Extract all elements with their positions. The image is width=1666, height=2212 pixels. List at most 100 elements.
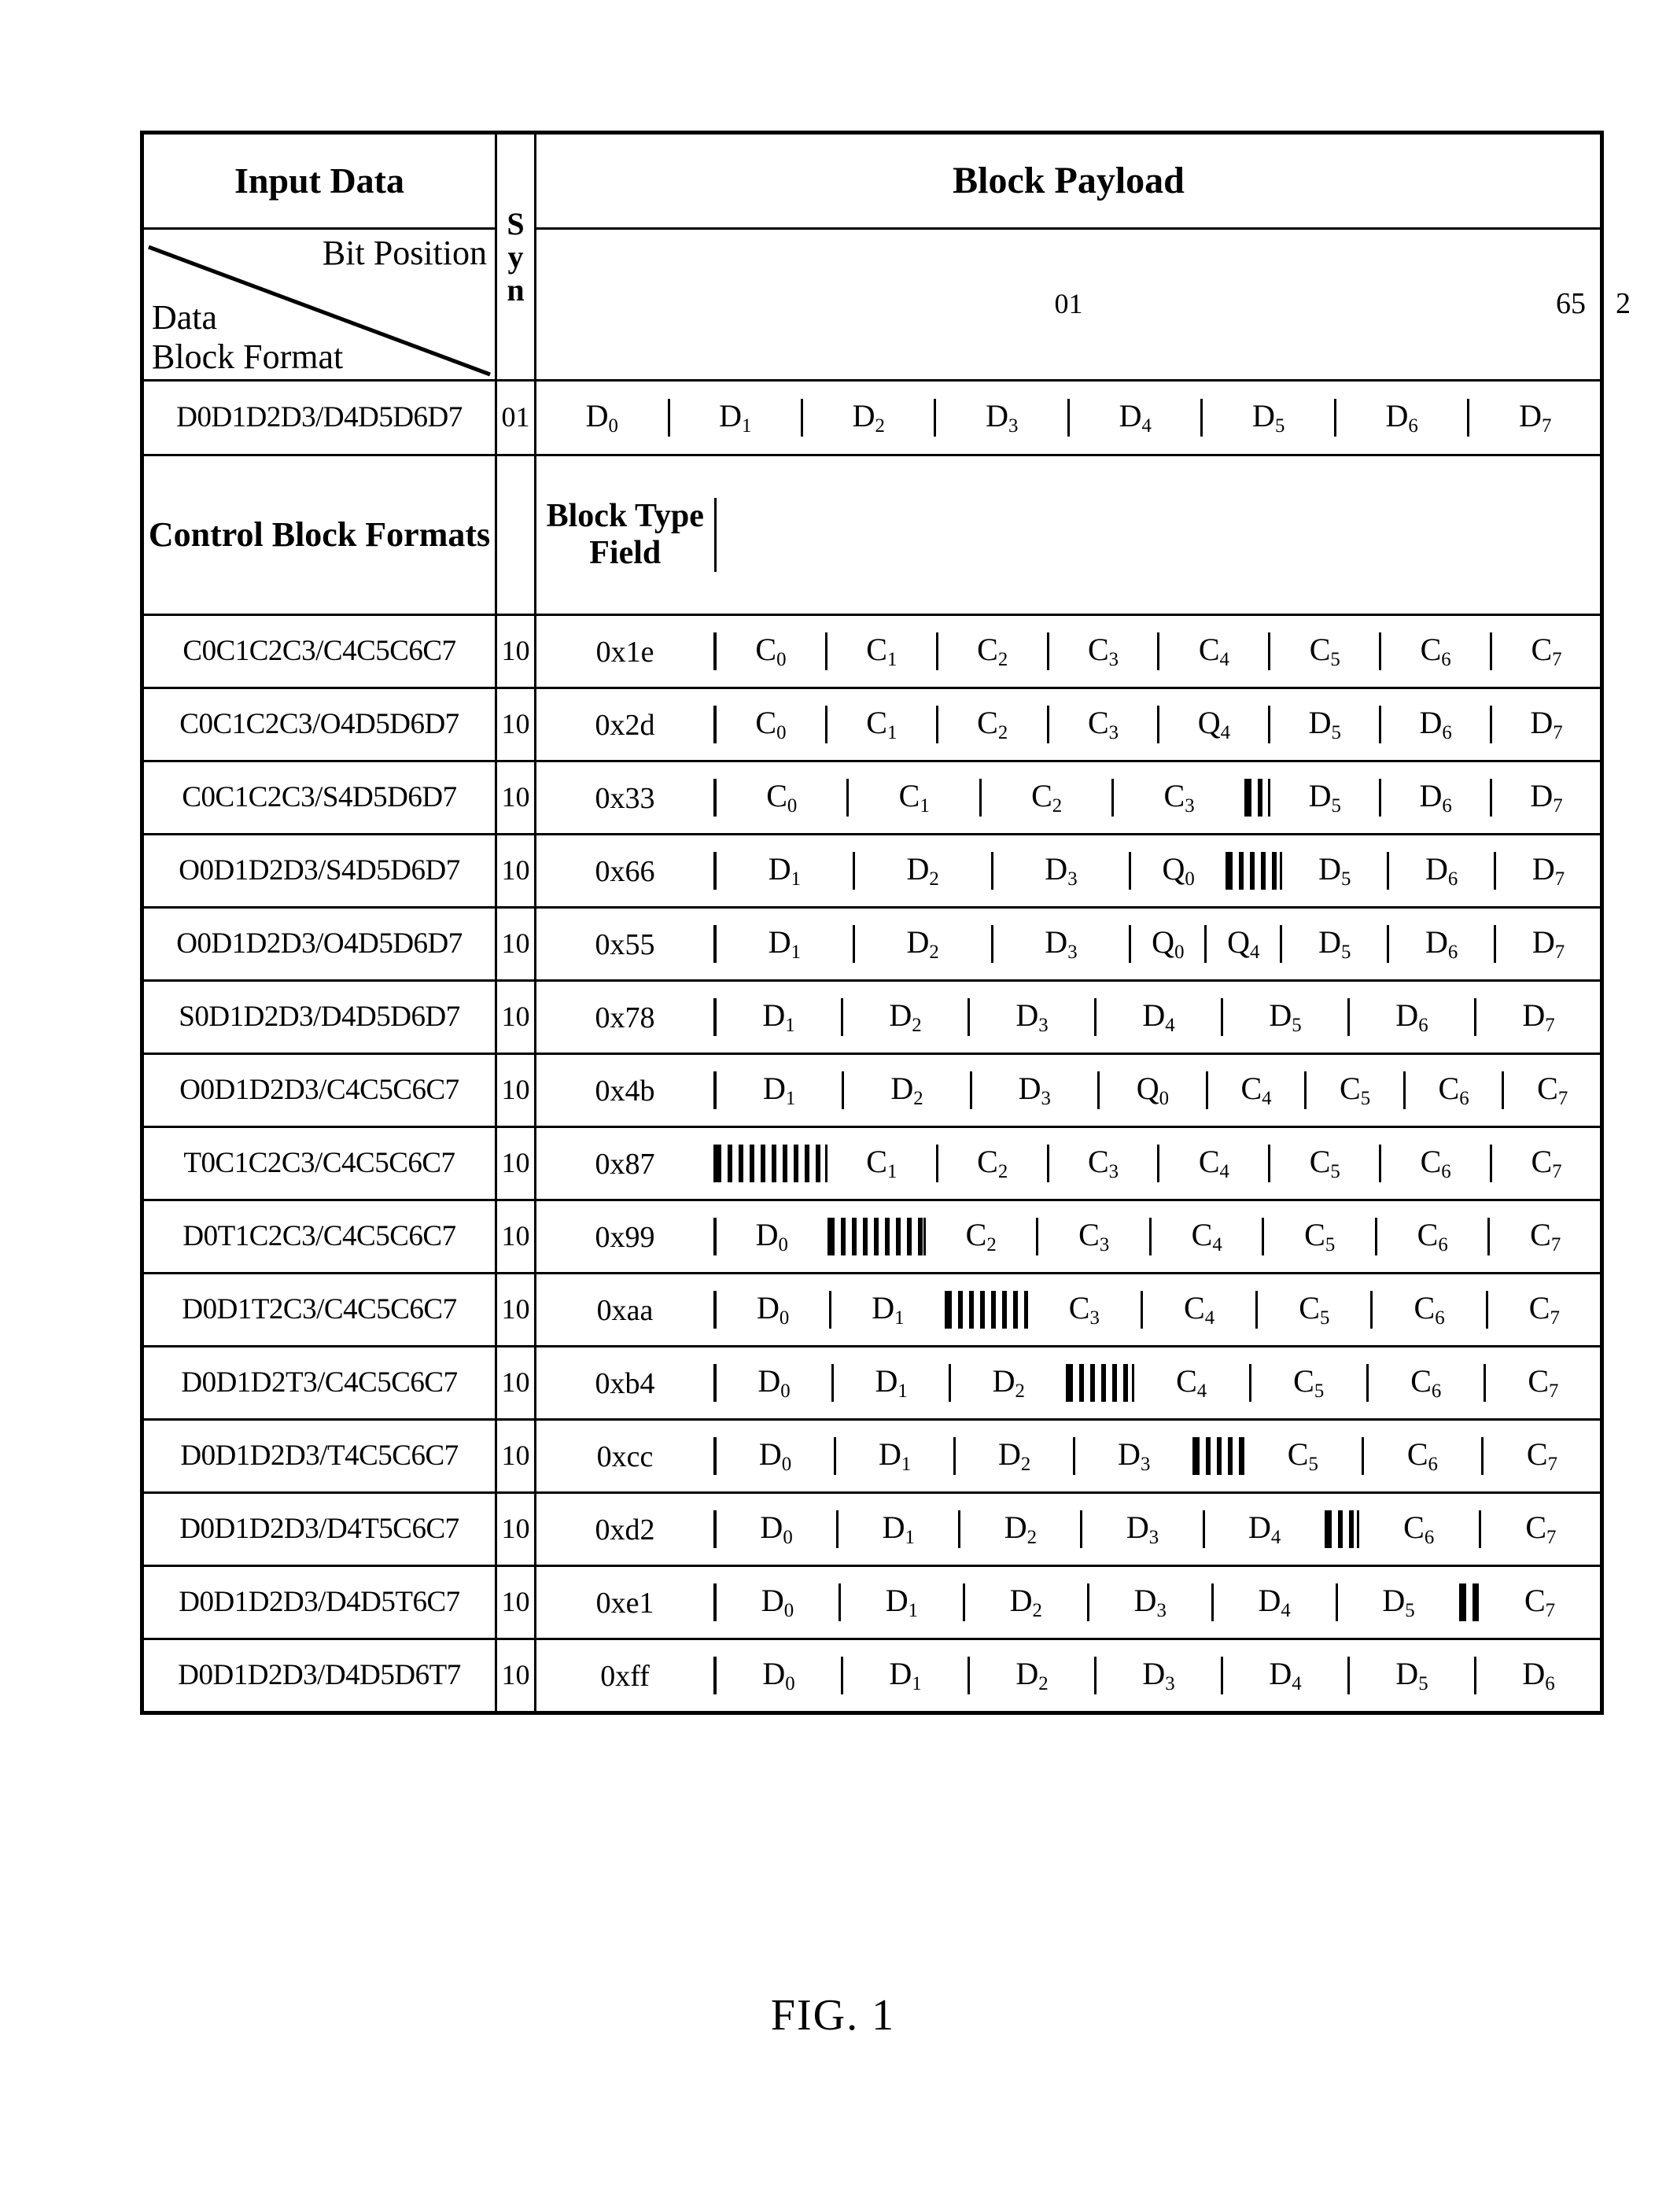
payload-code-d0: D0	[757, 1362, 791, 1402]
payload-cells-container: D0 D1 D2 D3 D4 C6 C7	[713, 1509, 1601, 1549]
payload-code-d0: D0	[762, 1655, 795, 1694]
payload-cells: D0 D1 D2 D3 D4 C6 C7	[717, 1509, 1601, 1549]
payload-cell: D1	[838, 1583, 964, 1622]
control-row-payload-inner: 0x87 C1 C2 C3 C4 C5 C6 C7	[536, 1144, 1601, 1183]
control-row-payload-cell: 0x99 D0 C2 C3 C4 C5 C6 C7	[534, 1199, 1603, 1274]
control-row-label-cell: C0C1C2C3/C4C5C6C7	[141, 614, 497, 689]
payload-code-d4: D4	[1269, 1655, 1302, 1694]
payload-code-c1: C1	[866, 631, 898, 670]
payload-cell: C7	[1483, 1363, 1601, 1403]
payload-code-c2: C2	[977, 704, 1008, 743]
block-type-field-value: 0x1e	[595, 635, 654, 669]
payload-bit-high: 65	[1556, 287, 1586, 321]
block-type-field-empty	[713, 497, 1601, 573]
block-type-field-value: 0x66	[595, 854, 655, 888]
data-format-row: D0D1D2D3/D4D5D6D7 01 D0 D1 D2 D3 D4 D5 D6 D7	[141, 379, 1603, 456]
control-row-label: D0D1D2D3/D4D5T6C7	[179, 1585, 460, 1618]
control-row-label: O0D1D2D3/O4D5D6D7	[176, 927, 463, 960]
payload-code-d2: D2	[890, 1070, 923, 1109]
table-row: D0D1D2D3/D4T5C6C7 10 0xd2 D0 D1 D2 D3 D4 C6 C7	[141, 1491, 1603, 1567]
control-row-sync: 10	[501, 1586, 530, 1618]
table-row: D0D1T2C3/C4C5C6C7 10 0xaa D0 D1 C3 C4 C5 C6 C7	[141, 1272, 1603, 1347]
payload-cells-container: D1 D2 D3 Q0 C4 C5 C6 C7	[713, 1070, 1601, 1110]
payload-cell: C5	[1255, 1289, 1372, 1329]
control-sync-spacer	[495, 454, 536, 616]
payload-cell: C7	[1490, 1144, 1601, 1183]
payload-cell: D4	[1067, 398, 1202, 437]
payload-code-c6: C6	[1414, 1289, 1445, 1329]
payload-cell: D3	[968, 997, 1096, 1037]
block-type-field-value-cell: 0x4b	[536, 1071, 717, 1110]
payload-cell-hatched	[1244, 778, 1270, 817]
payload-cell: C4	[1157, 632, 1270, 671]
data-row-sync: 01	[501, 401, 530, 433]
payload-cells-container: C1 C2 C3 C4 C5 C6 C7	[713, 1144, 1601, 1183]
payload-cells-container: D0 C2 C3 C4 C5 C6 C7	[713, 1217, 1601, 1256]
control-row-payload-cell: 0xaa D0 D1 C3 C4 C5 C6 C7	[534, 1272, 1603, 1347]
control-row-sync: 10	[501, 781, 530, 813]
payload-cell: D5	[1347, 1656, 1476, 1695]
payload-code-d1: D1	[762, 997, 795, 1036]
payload-cell: D6	[1387, 924, 1495, 964]
control-row-payload-cell: 0x4b D1 D2 D3 Q0 C4 C5 C6 C7	[534, 1053, 1603, 1128]
payload-code-d0: D0	[761, 1582, 794, 1621]
payload-cell: C6	[1361, 1436, 1483, 1476]
payload-cell: D3	[1086, 1583, 1213, 1622]
payload-cell: D7	[1467, 398, 1601, 437]
payload-cells: D0 D1 D2 D3 D4 D5 C7	[717, 1582, 1601, 1622]
payload-cell: D2	[841, 997, 969, 1037]
hatched-unused-bits	[829, 1217, 923, 1256]
payload-code-d1: D1	[878, 1436, 912, 1475]
control-row-payload-cell: 0xe1 D0 D1 D2 D3 D4 D5 C7	[534, 1565, 1603, 1640]
payload-code-d6: D6	[1419, 777, 1452, 817]
payload-cell: D1	[667, 397, 802, 437]
payload-code-c1: C1	[866, 704, 898, 743]
input-data-label: Input Data	[234, 160, 404, 201]
control-row-payload-inner: 0x4b D1 D2 D3 Q0 C4 C5 C6 C7	[536, 1070, 1601, 1110]
control-row-sync-cell: 10	[495, 1053, 536, 1128]
header-row-bit-position: Bit Position Data Block Format 01 2 65	[141, 227, 1631, 382]
control-row-sync: 10	[501, 1293, 530, 1325]
payload-cell: C6	[1374, 1217, 1489, 1256]
table-row: O0D1D2D3/C4C5C6C7 10 0x4b D1 D2 D3 Q0 C4 C5 C6 C7	[141, 1053, 1603, 1128]
control-row-sync-cell: 10	[495, 614, 536, 689]
payload-code-c5: C5	[1299, 1289, 1330, 1329]
block-type-field-value: 0xe1	[595, 1586, 654, 1620]
control-row-label-cell: O0D1D2D3/O4D5D6D7	[141, 906, 497, 982]
payload-cell: D1	[841, 1656, 969, 1695]
control-row-payload-cell: 0xb4 D0 D1 D2 C4 C5 C6 C7	[534, 1345, 1603, 1421]
control-row-payload-cell: 0x2d C0 C1 C2 C3 Q4 D5 D6 D7	[534, 687, 1603, 762]
payload-code-d1: D1	[719, 397, 752, 437]
payload-cell: C7	[1485, 1290, 1601, 1329]
payload-cell: D7	[1490, 705, 1601, 744]
payload-cell-hatched	[1192, 1436, 1244, 1476]
payload-cell: C1	[846, 778, 981, 817]
payload-cell: D2	[953, 1436, 1074, 1476]
control-row-sync-cell: 10	[495, 1272, 536, 1347]
payload-cell: D0	[717, 1510, 838, 1548]
block-type-field-value: 0x99	[595, 1220, 655, 1254]
payload-cells: D1 D2 D3 Q0 D5 D6 D7	[717, 851, 1601, 890]
payload-code-d3: D3	[1126, 1509, 1159, 1548]
payload-cell: D0	[717, 1655, 842, 1694]
payload-cell: D6	[1387, 851, 1495, 890]
control-row-label-cell: D0D1D2D3/D4T5C6C7	[141, 1491, 497, 1567]
control-row-sync: 10	[501, 708, 530, 740]
control-row-label: D0D1D2T3/C4C5C6C7	[181, 1366, 458, 1399]
payload-code-c5: C5	[1293, 1362, 1325, 1402]
payload-cell: C4	[1148, 1217, 1263, 1256]
payload-cell: D1	[834, 1436, 955, 1476]
payload-cells: C1 C2 C3 C4 C5 C6 C7	[717, 1144, 1601, 1183]
control-row-payload-inner: 0xaa D0 D1 C3 C4 C5 C6 C7	[536, 1289, 1601, 1329]
payload-code-c2: C2	[1031, 777, 1063, 817]
payload-code-c7: C7	[1531, 631, 1562, 670]
payload-cell: Q0	[1129, 851, 1227, 890]
payload-cell: C1	[824, 704, 938, 744]
payload-cell: C5	[1241, 1436, 1363, 1476]
control-row-sync-cell: 10	[495, 1345, 536, 1421]
payload-cell: C3	[1036, 1217, 1151, 1256]
payload-code-d2: D2	[992, 1362, 1025, 1402]
payload-cells: D1 D2 D3 Q0 Q4 D5 D6 D7	[717, 924, 1601, 964]
control-row-label: D0T1C2C3/C4C5C6C7	[182, 1219, 456, 1252]
bit-position-split-cell: Bit Position Data Block Format	[141, 227, 497, 382]
